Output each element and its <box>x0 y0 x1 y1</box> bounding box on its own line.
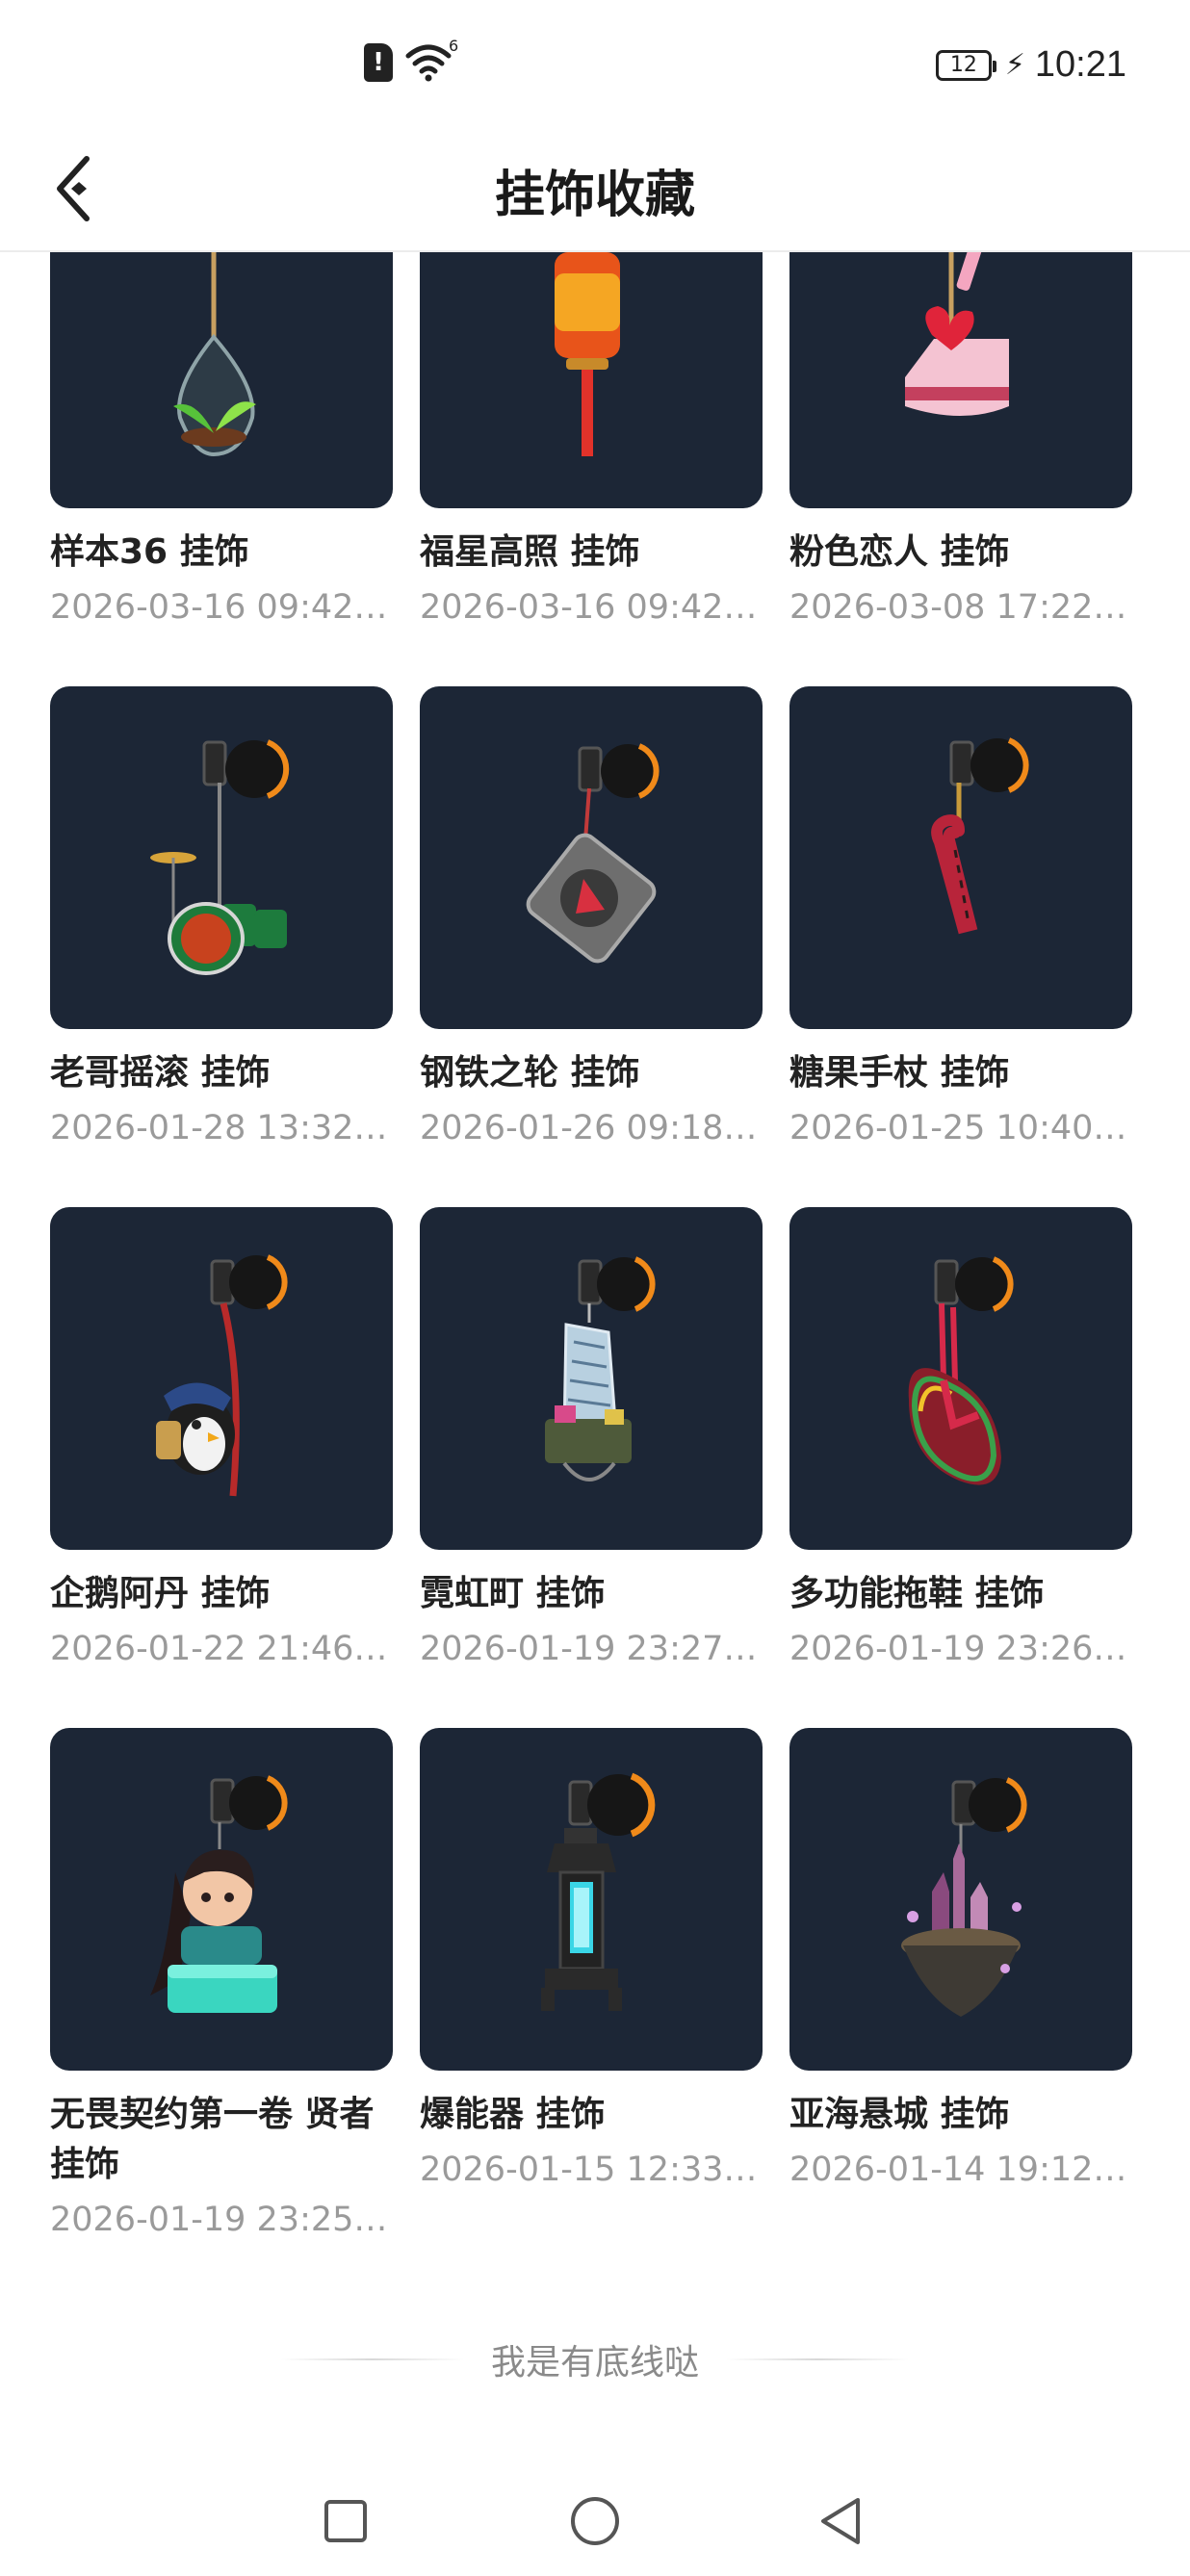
charm-name: 样本36 挂饰 <box>50 532 249 572</box>
charm-card[interactable]: 霓虹町 挂饰 2026-01-19 23:27:... <box>420 1207 763 1728</box>
charm-name: 企鹅阿丹 挂饰 <box>50 1574 271 1613</box>
end-line-right <box>726 2358 909 2360</box>
charm-date: 2026-01-26 09:18:... <box>420 1109 763 1147</box>
charm-thumbnail <box>789 1728 1132 2071</box>
charm-name: 糖果手杖 挂饰 <box>789 1053 1010 1093</box>
system-nav-bar <box>0 2466 1190 2576</box>
charm-thumbnail <box>420 686 763 1029</box>
charm-date: 2026-03-08 17:22:... <box>789 588 1132 627</box>
home-button[interactable] <box>561 2487 629 2555</box>
charm-date: 2026-01-19 23:25:... <box>50 2201 393 2239</box>
battery-icon: 12 <box>935 49 996 81</box>
charm-date: 2026-03-16 09:42:... <box>50 588 393 627</box>
charm-thumbnail <box>420 252 763 508</box>
charm-thumbnail <box>789 1207 1132 1550</box>
charm-card[interactable]: 样本36 挂饰 2026-03-16 09:42:... <box>50 252 393 686</box>
charm-date: 2026-01-22 21:46:... <box>50 1630 393 1668</box>
charm-name: 亚海悬城 挂饰 <box>789 2095 1010 2134</box>
end-of-list-text: 我是有底线哒 <box>490 2343 699 2383</box>
charm-date: 2026-01-19 23:26:... <box>789 1630 1132 1668</box>
charm-date: 2026-01-25 10:40:... <box>789 1109 1132 1147</box>
charm-name: 钢铁之轮 挂饰 <box>420 1053 640 1093</box>
charm-date: 2026-01-19 23:27:... <box>420 1630 763 1668</box>
charm-name: 福星高照 挂饰 <box>420 532 640 572</box>
charm-thumbnail <box>789 686 1132 1029</box>
charm-card[interactable]: 粉色恋人 挂饰 2026-03-08 17:22:... <box>789 252 1132 686</box>
charm-card[interactable]: 多功能拖鞋 挂饰 2026-01-19 23:26:... <box>789 1207 1132 1728</box>
charm-card[interactable]: 亚海悬城 挂饰 2026-01-14 19:12:... <box>789 1728 1132 2249</box>
wifi-generation-label: 6 <box>449 37 459 55</box>
end-of-list-marker: 我是有底线哒 <box>0 2335 1190 2383</box>
charm-date: 2026-01-28 13:32:... <box>50 1109 393 1147</box>
charm-date: 2026-01-14 19:12:... <box>789 2151 1132 2189</box>
charm-thumbnail <box>50 1728 393 2071</box>
charm-card[interactable]: 企鹅阿丹 挂饰 2026-01-22 21:46:... <box>50 1207 393 1728</box>
recents-button[interactable] <box>312 2487 379 2555</box>
status-time: 10:21 <box>1034 44 1126 85</box>
charm-thumbnail <box>50 686 393 1029</box>
collection-grid: 样本36 挂饰 2026-03-16 09:42:... 福星高照 挂饰 202… <box>50 252 1148 2249</box>
back-nav-button[interactable] <box>807 2487 874 2555</box>
status-bar: ! 6 12 ⚡ 10:21 <box>0 0 1190 125</box>
end-line-left <box>280 2358 464 2360</box>
charm-name: 多功能拖鞋 挂饰 <box>789 1574 1045 1613</box>
charm-name: 霓虹町 挂饰 <box>420 1574 606 1613</box>
app-header: 挂饰收藏 <box>0 125 1190 252</box>
battery-level: 12 <box>949 53 977 77</box>
charm-card[interactable]: 爆能器 挂饰 2026-01-15 12:33:... <box>420 1728 763 2249</box>
triangle-back-icon <box>821 2498 860 2544</box>
charm-card[interactable]: 糖果手杖 挂饰 2026-01-25 10:40:... <box>789 686 1132 1207</box>
charm-thumbnail <box>420 1728 763 2071</box>
charm-thumbnail <box>50 1207 393 1550</box>
sim-alert-icon: ! <box>364 43 393 82</box>
circle-icon <box>571 2497 619 2545</box>
charm-card[interactable]: 无畏契约第一卷 贤者 挂饰 2026-01-19 23:25:... <box>50 1728 393 2249</box>
page-title: 挂饰收藏 <box>494 167 695 224</box>
charm-name: 无畏契约第一卷 贤者 挂饰 <box>50 2095 375 2184</box>
wifi-icon: 6 <box>404 37 458 83</box>
collection-viewport[interactable]: 样本36 挂饰 2026-03-16 09:42:... 福星高照 挂饰 202… <box>0 252 1190 2466</box>
charm-date: 2026-03-16 09:42:... <box>420 588 763 627</box>
charm-thumbnail <box>50 252 393 508</box>
charm-name: 老哥摇滚 挂饰 <box>50 1053 271 1093</box>
status-center: ! 6 <box>364 37 458 83</box>
charm-date: 2026-01-15 12:33:... <box>420 2151 763 2189</box>
charm-name: 爆能器 挂饰 <box>420 2095 606 2134</box>
square-icon <box>324 2500 367 2542</box>
charm-thumbnail <box>420 1207 763 1550</box>
charm-card[interactable]: 福星高照 挂饰 2026-03-16 09:42:... <box>420 252 763 686</box>
charm-card[interactable]: 钢铁之轮 挂饰 2026-01-26 09:18:... <box>420 686 763 1207</box>
charging-bolt-icon: ⚡ <box>1004 48 1025 82</box>
charm-card[interactable]: 老哥摇滚 挂饰 2026-01-28 13:32:... <box>50 686 393 1207</box>
status-right: 12 ⚡ 10:21 <box>935 44 1126 86</box>
charm-name: 粉色恋人 挂饰 <box>789 532 1010 572</box>
charm-thumbnail <box>789 252 1132 508</box>
